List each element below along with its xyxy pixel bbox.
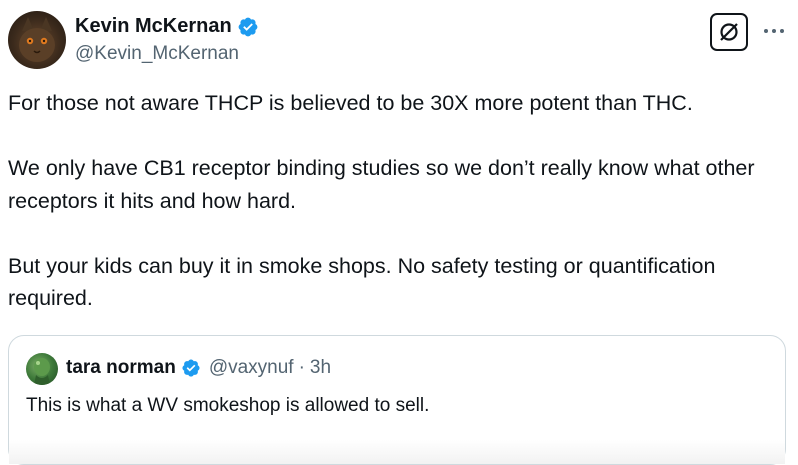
grok-icon (720, 23, 738, 41)
quoted-tweet-text: This is what a WV smokeshop is allowed t… (26, 395, 430, 416)
quoted-handle[interactable]: @vaxynuf (209, 357, 294, 379)
grok-button[interactable] (710, 13, 748, 51)
tweet-paragraph: We only have CB1 receptor binding studie… (8, 156, 755, 213)
more-dots-icon (764, 29, 784, 33)
author-display-name[interactable]: Kevin McKernan (75, 15, 232, 38)
tweet-paragraph: But your kids can buy it in smoke shops.… (8, 253, 716, 311)
verified-badge-icon (238, 17, 258, 36)
tweet-text: For those not aware THCP is believed to … (8, 87, 788, 315)
quoted-tweet-card[interactable]: tara norman @vaxynuf · 3h This is what a… (8, 335, 786, 465)
author-avatar[interactable] (8, 11, 66, 69)
meta-separator: · (298, 357, 305, 378)
quoted-author-avatar[interactable] (26, 353, 58, 385)
quoted-timestamp[interactable]: 3h (310, 357, 331, 379)
author-name-row[interactable]: Kevin McKernan (75, 15, 259, 38)
quoted-tweet-header: tara norman @vaxynuf · 3h (66, 357, 331, 379)
tweet-paragraph: For those not aware THCP is believed to … (8, 91, 693, 115)
verified-badge-icon (182, 359, 200, 377)
quoted-avatar-image (34, 358, 50, 385)
author-handle[interactable]: @Kevin_McKernan (75, 43, 239, 65)
avatar-image (19, 17, 55, 62)
quoted-display-name[interactable]: tara norman (66, 357, 176, 379)
more-options-button[interactable] (760, 17, 788, 45)
